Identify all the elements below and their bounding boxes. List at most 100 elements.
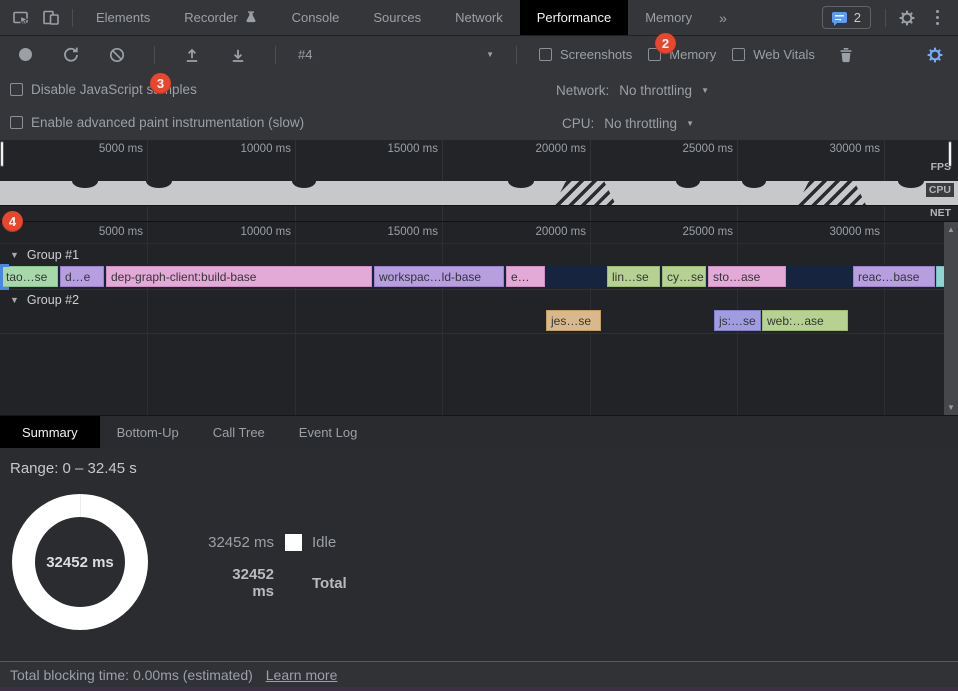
range-label: Range: 0 – 32.45 s bbox=[10, 460, 137, 477]
inspect-icon[interactable] bbox=[6, 3, 36, 33]
flame-bar[interactable]: cy…se bbox=[662, 266, 706, 287]
flame-bar[interactable]: js:…se bbox=[714, 310, 761, 331]
checkbox-icon bbox=[539, 48, 552, 61]
step-badge-2: 2 bbox=[655, 33, 676, 54]
tab-label: Network bbox=[455, 10, 503, 25]
vertical-scrollbar[interactable]: ▲ ▼ bbox=[944, 222, 958, 415]
timeline-overview[interactable]: 5000 ms10000 ms15000 ms20000 ms25000 ms3… bbox=[0, 140, 958, 222]
flame-chart[interactable]: 5000 ms10000 ms15000 ms20000 ms25000 ms3… bbox=[0, 222, 958, 415]
flame-bar[interactable]: tao…se bbox=[1, 266, 58, 287]
performance-toolbar: #4 ▼ Screenshots Memory Web Vitals bbox=[0, 37, 958, 72]
cpu-throttling-select[interactable]: No throttling ▼ bbox=[604, 116, 694, 131]
divider bbox=[516, 46, 517, 64]
time-tick-label: 5000 ms bbox=[59, 143, 143, 155]
details-tabbar: SummaryBottom-UpCall TreeEvent Log bbox=[0, 415, 958, 448]
step-badge-4: 4 bbox=[2, 211, 23, 232]
tab-recorder[interactable]: Recorder bbox=[167, 0, 274, 35]
web-vitals-checkbox[interactable]: Web Vitals bbox=[732, 47, 815, 62]
scroll-down-icon[interactable]: ▼ bbox=[944, 403, 958, 412]
trash-icon[interactable] bbox=[831, 40, 861, 70]
tab-call-tree[interactable]: Call Tree bbox=[196, 416, 282, 448]
time-tick-label: 20000 ms bbox=[502, 226, 586, 238]
time-tick-label: 20000 ms bbox=[502, 143, 586, 155]
time-tick-label: 25000 ms bbox=[649, 143, 733, 155]
track-selection-bracket bbox=[0, 264, 9, 290]
devtools-window: Elements Recorder Console Sources Network Per… bbox=[0, 0, 958, 691]
tab-console[interactable]: Console bbox=[275, 0, 357, 35]
load-profile-icon[interactable] bbox=[177, 40, 207, 70]
group-2-header[interactable]: ▼ Group #2 bbox=[10, 293, 79, 307]
flame-bar[interactable]: d…e bbox=[60, 266, 104, 287]
donut-total-label: 32452 ms bbox=[12, 494, 148, 630]
record-button[interactable] bbox=[10, 40, 40, 70]
legend-swatch bbox=[285, 534, 302, 551]
divider bbox=[72, 9, 73, 27]
issues-count-button[interactable]: 2 bbox=[822, 6, 871, 29]
overview-right-handle[interactable] bbox=[948, 141, 952, 167]
save-profile-icon[interactable] bbox=[223, 40, 253, 70]
tab-elements[interactable]: Elements bbox=[79, 0, 167, 35]
message-bubble-icon bbox=[832, 12, 847, 23]
tab-memory[interactable]: Memory bbox=[628, 0, 709, 35]
paint-instrumentation-checkbox[interactable]: Enable advanced paint instrumentation (s… bbox=[10, 115, 304, 130]
tabbar-right-controls: 2 bbox=[822, 3, 958, 33]
tab-performance[interactable]: Performance bbox=[520, 0, 628, 35]
kebab-menu-icon[interactable] bbox=[922, 3, 952, 33]
legend-row: 32452 msTotal bbox=[207, 566, 347, 600]
tab-label: Sources bbox=[373, 10, 421, 25]
divider bbox=[0, 289, 944, 290]
gridline bbox=[884, 222, 885, 415]
step-badge-3: 3 bbox=[150, 73, 171, 94]
flame-bar[interactable]: lin…se bbox=[607, 266, 660, 287]
tab-event-log[interactable]: Event Log bbox=[282, 416, 375, 448]
total-blocking-time-bar: Total blocking time: 0.00ms (estimated) … bbox=[0, 661, 958, 687]
net-lane-label: NET bbox=[927, 206, 954, 220]
capture-settings-gear-icon[interactable] bbox=[920, 40, 950, 70]
time-tick-label: 10000 ms bbox=[207, 226, 291, 238]
screenshots-checkbox[interactable]: Screenshots bbox=[539, 47, 632, 62]
flame-bar[interactable]: sto…ase bbox=[708, 266, 786, 287]
reload-and-record-icon[interactable] bbox=[56, 40, 86, 70]
network-throttling-row: Network: No throttling ▼ bbox=[556, 83, 709, 98]
clear-icon[interactable] bbox=[102, 40, 132, 70]
time-tick-label: 30000 ms bbox=[796, 226, 880, 238]
devtools-tabbar: Elements Recorder Console Sources Network Per… bbox=[0, 0, 958, 36]
tab-sources[interactable]: Sources bbox=[356, 0, 438, 35]
time-tick-label: 10000 ms bbox=[207, 143, 291, 155]
flame-bar[interactable]: reac…base bbox=[853, 266, 935, 287]
tab-bottom-up[interactable]: Bottom-Up bbox=[100, 416, 196, 448]
triangle-down-icon: ▼ bbox=[10, 295, 19, 305]
issues-count: 2 bbox=[854, 10, 861, 25]
group-1-header[interactable]: ▼ Group #1 bbox=[10, 248, 79, 262]
tab-network[interactable]: Network bbox=[438, 0, 520, 35]
divider bbox=[275, 46, 276, 64]
total-blocking-time-text: Total blocking time: 0.00ms (estimated) bbox=[10, 667, 253, 683]
more-panels-chevron[interactable]: » bbox=[709, 0, 737, 35]
cpu-busy-hatch bbox=[554, 181, 616, 205]
flame-bar[interactable]: jes…se bbox=[546, 310, 601, 331]
flame-bar[interactable]: dep-graph-client:build-base bbox=[106, 266, 372, 287]
network-throttling-select[interactable]: No throttling ▼ bbox=[619, 83, 709, 98]
flask-icon bbox=[244, 10, 258, 25]
scroll-up-icon[interactable]: ▲ bbox=[944, 225, 958, 234]
device-toolbar-icon[interactable] bbox=[36, 3, 66, 33]
chevron-down-icon: ▼ bbox=[486, 50, 494, 59]
gridline bbox=[147, 222, 148, 415]
time-tick-label: 15000 ms bbox=[354, 143, 438, 155]
tab-summary[interactable]: Summary bbox=[0, 416, 100, 448]
divider bbox=[154, 46, 155, 64]
flame-bar[interactable]: web:…ase bbox=[762, 310, 848, 331]
flame-bar[interactable]: workspac…ld-base bbox=[374, 266, 504, 287]
chevron-down-icon: ▼ bbox=[701, 86, 709, 95]
cpu-throttling-row: CPU: No throttling ▼ bbox=[562, 116, 694, 131]
overview-left-handle[interactable] bbox=[0, 141, 4, 167]
divider bbox=[885, 9, 886, 27]
checkbox-icon bbox=[10, 116, 23, 129]
network-throttling-label: Network: bbox=[556, 83, 609, 98]
tab-label: Recorder bbox=[184, 10, 237, 25]
tab-label: Performance bbox=[537, 10, 611, 25]
flame-bar[interactable]: e… bbox=[506, 266, 545, 287]
learn-more-link[interactable]: Learn more bbox=[266, 667, 338, 683]
settings-gear-icon[interactable] bbox=[892, 3, 922, 33]
session-select[interactable]: #4 ▼ bbox=[298, 47, 494, 62]
